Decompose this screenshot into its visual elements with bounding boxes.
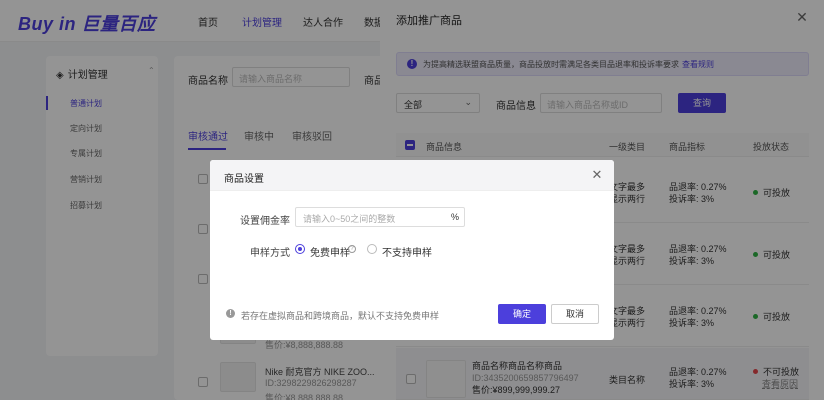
radio-free-sample[interactable] [295,244,305,254]
sample-method-label: 申样方式 [250,248,290,259]
commission-label: 设置佣金率 [240,216,290,227]
commission-placeholder: 请输入0~50之间的整数 [303,214,396,224]
no-sample-label[interactable]: 不支持申样 [382,244,432,259]
confirm-button[interactable]: 确定 [498,304,546,324]
question-icon[interactable]: ? [348,245,356,253]
close-icon[interactable]: ✕ [590,168,604,182]
commission-input[interactable]: 请输入0~50之间的整数 % [295,207,465,227]
modal-header: 商品设置 ✕ [210,160,614,191]
cancel-button[interactable]: 取消 [551,304,599,324]
free-sample-label[interactable]: 免费申样 [310,244,350,259]
page: Buy in 巨量百应 首页 计划管理 达人合作 数据 ◈ 计划管理 ⌃ 普通计划… [0,0,824,400]
radio-no-sample[interactable] [367,244,377,254]
footer-note: 若存在虚拟商品和跨境商品，默认不支持免费申样 [241,311,440,321]
info-icon: ! [226,309,235,318]
product-settings-modal: 商品设置 ✕ 设置佣金率 请输入0~50之间的整数 % 申样方式 免费申样 ? … [210,160,614,340]
percent-unit: % [450,212,459,222]
modal-title: 商品设置 [224,174,264,185]
